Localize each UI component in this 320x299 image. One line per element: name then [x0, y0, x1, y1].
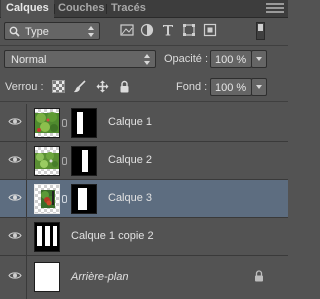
tab-couches[interactable]: Couches [58, 0, 104, 17]
layer-thumbnail[interactable] [34, 108, 60, 138]
eye-icon[interactable] [8, 155, 22, 164]
layer-name: Calque 2 [108, 154, 153, 166]
eye-icon[interactable] [8, 193, 22, 202]
eye-icon[interactable] [8, 231, 22, 240]
layer-row-calque-1[interactable]: Calque 1 [0, 104, 288, 142]
layer-row-calque-3[interactable]: Calque 3 [0, 180, 288, 218]
chevron-updown-icon [88, 26, 95, 37]
lock-label: Verrou : [5, 81, 44, 93]
tab-separator [54, 4, 55, 14]
lock-all-icon[interactable] [118, 80, 131, 93]
layers-panel: Calques Couches Tracés Type Normal Opaci… [0, 0, 288, 299]
layer-name: Arrière-plan [71, 271, 129, 283]
layer-thumbnail[interactable] [34, 146, 60, 176]
blend-mode-select[interactable]: Normal [4, 50, 156, 68]
opacity-label: Opacité : [164, 53, 209, 65]
layer-name: Calque 1 [108, 116, 153, 128]
smart-object-filter-icon[interactable] [203, 23, 217, 37]
layers-list: Calque 1 Calque 2 Calque 3 Calque 1 copi… [0, 104, 288, 299]
layer-row-arriere-plan[interactable]: Arrière-plan [0, 256, 288, 299]
filter-kind-select[interactable]: Type [4, 22, 100, 40]
eye-icon[interactable] [8, 117, 22, 126]
layer-name: Calque 1 copie 2 [71, 230, 154, 242]
layer-mask-thumbnail[interactable] [71, 108, 97, 138]
layer-mask-thumbnail[interactable] [71, 184, 97, 214]
divider [26, 218, 27, 255]
layer-thumbnail[interactable] [34, 184, 60, 214]
panel-tab-bar: Calques Couches Tracés [0, 0, 288, 18]
link-icon[interactable] [62, 157, 67, 165]
layer-name: Calque 3 [108, 192, 153, 204]
opacity-input[interactable]: 100 % [210, 50, 252, 68]
layer-thumbnail[interactable] [34, 222, 60, 252]
divider [26, 142, 27, 179]
divider [26, 104, 27, 141]
adjustment-filter-icon[interactable] [140, 23, 154, 37]
divider [0, 45, 288, 46]
divider [26, 256, 27, 299]
link-icon[interactable] [62, 195, 67, 203]
divider [26, 180, 27, 217]
layer-mask-thumbnail[interactable] [71, 146, 97, 176]
lock-image-pixels-icon[interactable] [73, 80, 86, 93]
fill-input[interactable]: 100 % [210, 78, 252, 96]
layer-row-calque-2[interactable]: Calque 2 [0, 142, 288, 180]
divider [0, 101, 288, 102]
shape-filter-icon[interactable] [182, 23, 196, 37]
image-filter-icon[interactable] [120, 23, 134, 37]
eye-icon[interactable] [8, 271, 22, 280]
fill-label: Fond : [176, 81, 208, 93]
layer-row-calque-1-copie-2[interactable]: Calque 1 copie 2 [0, 218, 288, 256]
chevron-updown-icon [144, 54, 151, 65]
layer-thumbnail[interactable] [34, 262, 60, 292]
panel-menu-icon[interactable] [266, 3, 284, 14]
link-icon[interactable] [62, 119, 67, 127]
lock-icon [255, 270, 263, 282]
filter-kind-value: Type [25, 26, 49, 38]
tab-traces[interactable]: Tracés [111, 0, 146, 17]
blend-mode-value: Normal [11, 54, 47, 66]
type-filter-icon[interactable] [161, 23, 175, 37]
fill-dropdown-button[interactable] [251, 78, 267, 96]
filter-toggle-switch[interactable] [256, 22, 265, 40]
opacity-dropdown-button[interactable] [251, 50, 267, 68]
lock-position-icon[interactable] [96, 80, 109, 93]
lock-transparent-pixels-icon[interactable] [52, 80, 65, 93]
tab-separator [106, 4, 107, 14]
search-icon [9, 26, 20, 37]
tab-calques[interactable]: Calques [1, 0, 54, 18]
